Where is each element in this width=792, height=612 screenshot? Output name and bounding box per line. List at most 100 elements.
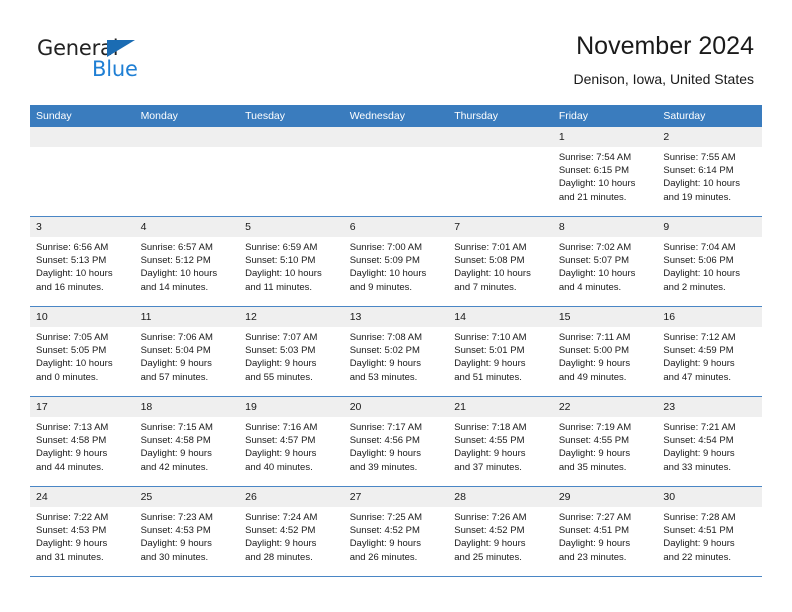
day-details: Sunrise: 7:27 AM Sunset: 4:51 PM Dayligh… xyxy=(553,507,658,564)
sunset-text: Sunset: 5:01 PM xyxy=(454,345,525,357)
weekday-header-sunday: Sunday xyxy=(30,105,135,127)
day-cell[interactable]: 2 Sunrise: 7:55 AM Sunset: 6:14 PM Dayli… xyxy=(657,127,762,217)
daylight-text-line1: Daylight: 9 hours xyxy=(36,448,108,460)
weekday-header-friday: Friday xyxy=(552,105,658,127)
day-number: 26 xyxy=(239,487,344,507)
day-cell[interactable]: 16 Sunrise: 7:12 AM Sunset: 4:59 PM Dayl… xyxy=(657,306,762,397)
day-number: 21 xyxy=(448,397,553,417)
daylight-text-line1: Daylight: 9 hours xyxy=(245,358,317,370)
logo-text-blue: Blue xyxy=(92,57,138,81)
day-cell[interactable] xyxy=(30,127,135,217)
sunrise-text: Sunrise: 7:13 AM xyxy=(36,422,109,433)
day-cell[interactable] xyxy=(239,127,344,217)
sunset-text: Sunset: 5:05 PM xyxy=(36,345,107,357)
sunset-text: Sunset: 5:04 PM xyxy=(140,345,211,357)
sunrise-text: Sunrise: 7:11 AM xyxy=(558,332,631,343)
daylight-text-line2: and 49 minutes. xyxy=(558,371,627,383)
sunrise-text: Sunrise: 7:24 AM xyxy=(245,512,318,523)
day-cell[interactable]: 8 Sunrise: 7:02 AM Sunset: 5:07 PM Dayli… xyxy=(552,216,658,307)
sunset-text: Sunset: 5:09 PM xyxy=(349,255,420,267)
day-cell[interactable]: 5 Sunrise: 6:59 AM Sunset: 5:10 PM Dayli… xyxy=(239,216,344,307)
day-number: 25 xyxy=(134,487,240,507)
daylight-text-line2: and 4 minutes. xyxy=(558,281,622,293)
weekday-header-tuesday: Tuesday xyxy=(239,105,344,127)
day-cell[interactable]: 27 Sunrise: 7:25 AM Sunset: 4:52 PM Dayl… xyxy=(343,486,449,577)
daylight-text-line2: and 22 minutes. xyxy=(663,551,731,563)
sunrise-text: Sunrise: 7:10 AM xyxy=(454,332,527,343)
day-cell[interactable]: 21 Sunrise: 7:18 AM Sunset: 4:55 PM Dayl… xyxy=(448,396,553,487)
day-number: 20 xyxy=(343,397,449,417)
day-cell[interactable]: 22 Sunrise: 7:19 AM Sunset: 4:55 PM Dayl… xyxy=(552,396,658,487)
sunrise-text: Sunrise: 7:17 AM xyxy=(349,422,423,433)
sunset-text: Sunset: 4:52 PM xyxy=(245,525,316,537)
day-number: 3 xyxy=(30,217,135,237)
day-cell[interactable]: 4 Sunrise: 6:57 AM Sunset: 5:12 PM Dayli… xyxy=(134,216,240,307)
day-cell[interactable]: 29 Sunrise: 7:27 AM Sunset: 4:51 PM Dayl… xyxy=(552,486,658,577)
sunrise-text: Sunrise: 7:27 AM xyxy=(558,512,632,523)
daylight-text-line1: Daylight: 10 hours xyxy=(349,268,427,280)
day-cell[interactable]: 14 Sunrise: 7:10 AM Sunset: 5:01 PM Dayl… xyxy=(448,306,553,397)
day-cell[interactable]: 1 Sunrise: 7:54 AM Sunset: 6:15 PM Dayli… xyxy=(552,127,658,217)
day-cell[interactable]: 12 Sunrise: 7:07 AM Sunset: 5:03 PM Dayl… xyxy=(239,306,344,397)
daylight-text-line1: Daylight: 10 hours xyxy=(558,268,636,280)
daylight-text-line1: Daylight: 10 hours xyxy=(663,178,740,190)
sunrise-text: Sunrise: 7:06 AM xyxy=(140,332,213,343)
sunset-text: Sunset: 4:52 PM xyxy=(349,525,420,537)
sunrise-text: Sunrise: 7:12 AM xyxy=(663,332,736,343)
day-cell[interactable]: 26 Sunrise: 7:24 AM Sunset: 4:52 PM Dayl… xyxy=(239,486,344,577)
day-details: Sunrise: 7:19 AM Sunset: 4:55 PM Dayligh… xyxy=(553,417,658,474)
day-details: Sunrise: 7:25 AM Sunset: 4:52 PM Dayligh… xyxy=(344,507,449,564)
daylight-text-line1: Daylight: 9 hours xyxy=(558,538,631,550)
sunrise-text: Sunrise: 7:01 AM xyxy=(454,242,527,253)
day-number: 28 xyxy=(448,487,553,507)
daylight-text-line1: Daylight: 10 hours xyxy=(454,268,531,280)
day-cell[interactable]: 24 Sunrise: 7:22 AM Sunset: 4:53 PM Dayl… xyxy=(30,486,135,577)
day-number: 7 xyxy=(448,217,553,237)
sunset-text: Sunset: 4:59 PM xyxy=(663,345,734,357)
day-cell[interactable] xyxy=(134,127,240,217)
day-cell[interactable] xyxy=(448,127,553,217)
day-details: Sunrise: 7:02 AM Sunset: 5:07 PM Dayligh… xyxy=(553,237,658,294)
day-details: Sunrise: 7:04 AM Sunset: 5:06 PM Dayligh… xyxy=(657,237,762,294)
sunrise-text: Sunrise: 7:19 AM xyxy=(558,422,632,433)
day-cell[interactable]: 19 Sunrise: 7:16 AM Sunset: 4:57 PM Dayl… xyxy=(239,396,344,487)
day-cell[interactable] xyxy=(343,127,449,217)
sunrise-text: Sunrise: 7:05 AM xyxy=(36,332,109,343)
day-cell[interactable]: 7 Sunrise: 7:01 AM Sunset: 5:08 PM Dayli… xyxy=(448,216,553,307)
day-number: 16 xyxy=(657,307,762,327)
day-cell[interactable]: 30 Sunrise: 7:28 AM Sunset: 4:51 PM Dayl… xyxy=(657,486,762,577)
sunrise-text: Sunrise: 7:22 AM xyxy=(36,512,109,523)
day-number xyxy=(30,127,135,147)
daylight-text-line2: and 35 minutes. xyxy=(558,461,627,473)
daylight-text-line2: and 55 minutes. xyxy=(245,371,313,383)
daylight-text-line2: and 42 minutes. xyxy=(140,461,209,473)
day-cell[interactable]: 11 Sunrise: 7:06 AM Sunset: 5:04 PM Dayl… xyxy=(134,306,240,397)
sunset-text: Sunset: 4:53 PM xyxy=(36,525,107,537)
sunrise-text: Sunrise: 7:02 AM xyxy=(558,242,632,253)
day-cell[interactable]: 25 Sunrise: 7:23 AM Sunset: 4:53 PM Dayl… xyxy=(134,486,240,577)
daylight-text-line2: and 39 minutes. xyxy=(349,461,418,473)
day-cell[interactable]: 17 Sunrise: 7:13 AM Sunset: 4:58 PM Dayl… xyxy=(30,396,135,487)
day-number: 15 xyxy=(552,307,658,327)
day-details: Sunrise: 7:05 AM Sunset: 5:05 PM Dayligh… xyxy=(30,327,135,384)
weekday-header-monday: Monday xyxy=(134,105,240,127)
day-number: 18 xyxy=(134,397,240,417)
day-cell[interactable]: 13 Sunrise: 7:08 AM Sunset: 5:02 PM Dayl… xyxy=(343,306,449,397)
day-cell[interactable]: 23 Sunrise: 7:21 AM Sunset: 4:54 PM Dayl… xyxy=(657,396,762,487)
daylight-text-line1: Daylight: 9 hours xyxy=(245,448,317,460)
day-details: Sunrise: 7:07 AM Sunset: 5:03 PM Dayligh… xyxy=(239,327,344,384)
day-cell[interactable]: 15 Sunrise: 7:11 AM Sunset: 5:00 PM Dayl… xyxy=(552,306,658,397)
page-subtitle: Denison, Iowa, United States xyxy=(573,71,754,87)
day-cell[interactable]: 28 Sunrise: 7:26 AM Sunset: 4:52 PM Dayl… xyxy=(448,486,553,577)
day-cell[interactable]: 9 Sunrise: 7:04 AM Sunset: 5:06 PM Dayli… xyxy=(657,216,762,307)
day-details: Sunrise: 7:22 AM Sunset: 4:53 PM Dayligh… xyxy=(30,507,135,564)
general-blue-logo[interactable]: General Blue xyxy=(37,36,157,82)
day-cell[interactable]: 3 Sunrise: 6:56 AM Sunset: 5:13 PM Dayli… xyxy=(30,216,135,307)
day-cell[interactable]: 6 Sunrise: 7:00 AM Sunset: 5:09 PM Dayli… xyxy=(343,216,449,307)
calendar-week-row: 10 Sunrise: 7:05 AM Sunset: 5:05 PM Dayl… xyxy=(30,306,762,397)
daylight-text-line2: and 51 minutes. xyxy=(454,371,522,383)
day-cell[interactable]: 20 Sunrise: 7:17 AM Sunset: 4:56 PM Dayl… xyxy=(343,396,449,487)
day-cell[interactable]: 18 Sunrise: 7:15 AM Sunset: 4:58 PM Dayl… xyxy=(134,396,240,487)
day-cell[interactable]: 10 Sunrise: 7:05 AM Sunset: 5:05 PM Dayl… xyxy=(30,306,135,397)
day-number: 10 xyxy=(30,307,135,327)
